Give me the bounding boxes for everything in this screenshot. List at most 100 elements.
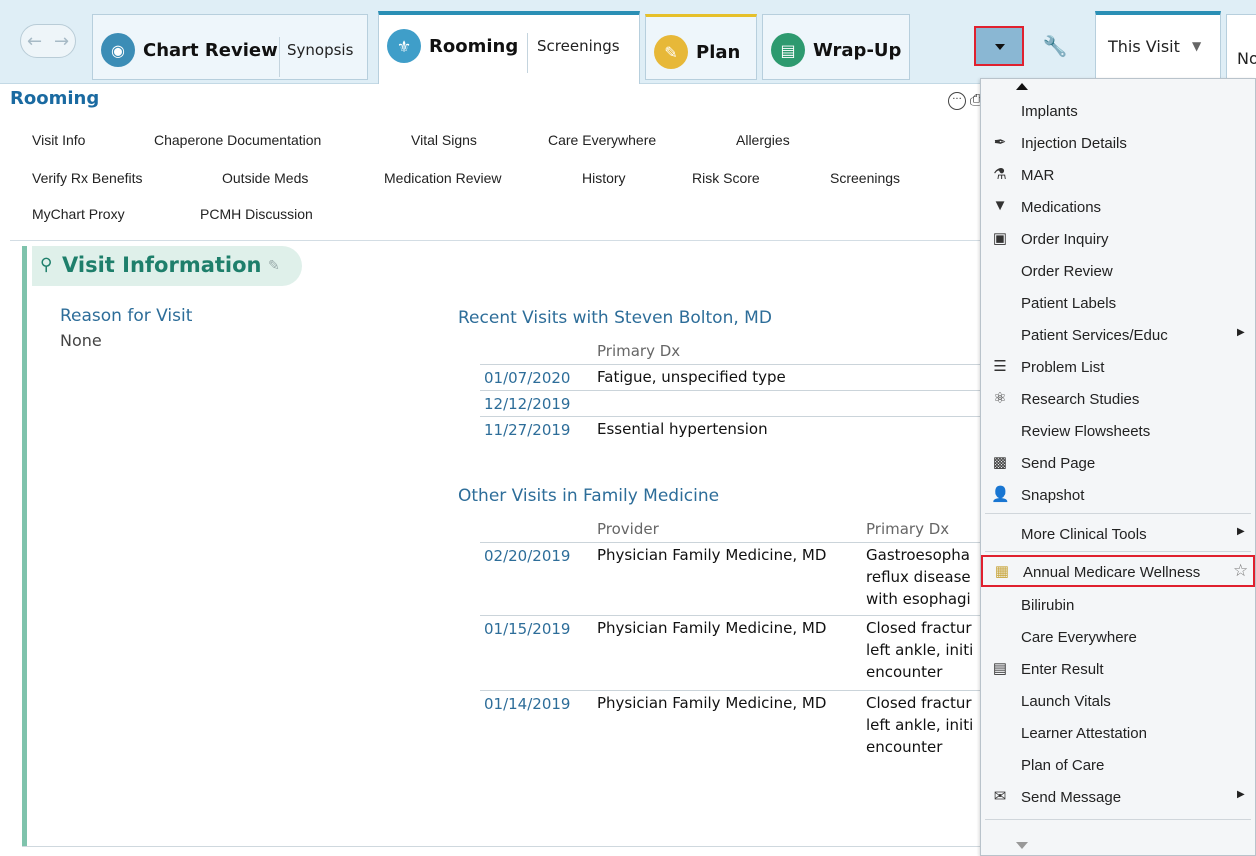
section-header[interactable]: ⚲ Visit Information ✎	[32, 246, 302, 286]
activities-dropdown-button[interactable]	[974, 26, 1024, 66]
other-visits-title: Other Visits in Family Medicine	[458, 486, 720, 506]
research-icon: ⚛	[993, 390, 1007, 407]
menu-item-patient-services[interactable]: Patient Services/Educ ▶	[981, 320, 1255, 350]
menu-item-annual-medicare-wellness[interactable]: ▦ Annual Medicare Wellness ☆	[981, 555, 1255, 587]
tab-rooming[interactable]: ⚜ Rooming Screenings	[378, 11, 640, 84]
menu-divider	[985, 551, 1251, 552]
nav-link-vital-signs[interactable]: Vital Signs	[411, 132, 477, 148]
visit-date-link[interactable]: 01/07/2020	[484, 369, 570, 387]
nav-link-pcmh[interactable]: PCMH Discussion	[200, 206, 313, 222]
menu-item-order-review[interactable]: Order Review	[981, 256, 1255, 286]
row-divider	[480, 390, 980, 391]
menu-item-review-flowsheets[interactable]: Review Flowsheets	[981, 416, 1255, 446]
tab-chart-review-label: Chart Review	[143, 39, 278, 61]
activity-tab-bar: ← → ◉ Chart Review Synopsis ⚜ Rooming Sc…	[0, 0, 1256, 84]
nav-link-medication-review[interactable]: Medication Review	[384, 170, 502, 186]
menu-item-learner-attestation[interactable]: Learner Attestation	[981, 718, 1255, 748]
menu-item-label: Order Inquiry	[1021, 231, 1109, 248]
nav-link-history[interactable]: History	[582, 170, 626, 186]
divider	[10, 240, 980, 241]
menu-item-implants[interactable]: Implants	[981, 96, 1255, 126]
menu-item-send-page[interactable]: ▩ Send Page	[981, 448, 1255, 478]
back-forward-buttons[interactable]: ← →	[20, 24, 76, 58]
menu-item-label: Send Message	[1021, 789, 1122, 806]
tab-this-visit[interactable]: This Visit ▼	[1095, 11, 1221, 84]
menu-item-label: Annual Medicare Wellness	[1023, 564, 1201, 581]
menu-item-injection-details[interactable]: ✒ Injection Details	[981, 128, 1255, 158]
nav-link-outside-meds[interactable]: Outside Meds	[222, 170, 308, 186]
menu-item-label: Order Review	[1021, 263, 1113, 280]
visit-date-link[interactable]: 01/14/2019	[484, 695, 570, 713]
column-header-primary-dx: Primary Dx	[866, 520, 950, 538]
visit-dx: left ankle, initi	[866, 641, 974, 659]
section-title: Visit Information	[62, 253, 262, 277]
nav-link-visit-info[interactable]: Visit Info	[32, 132, 85, 148]
menu-item-order-inquiry[interactable]: ▣ Order Inquiry	[981, 224, 1255, 254]
menu-item-send-message[interactable]: ✉ Send Message ▶	[981, 782, 1255, 812]
menu-item-label: Problem List	[1021, 359, 1105, 376]
nav-link-mychart-proxy[interactable]: MyChart Proxy	[32, 206, 125, 222]
menu-item-label: Medications	[1021, 199, 1102, 216]
visit-date-link[interactable]: 02/20/2019	[484, 547, 570, 565]
star-icon[interactable]: ☆	[1233, 561, 1248, 581]
menu-item-snapshot[interactable]: 👤 Snapshot	[981, 480, 1255, 510]
menu-item-label: MAR	[1021, 167, 1055, 184]
menu-item-patient-labels[interactable]: Patient Labels	[981, 288, 1255, 318]
visit-date-link[interactable]: 01/15/2019	[484, 620, 570, 638]
syringe-icon: ✒	[993, 134, 1007, 151]
row-divider	[480, 690, 980, 691]
tab-synopsis[interactable]: Synopsis	[287, 41, 353, 59]
visit-dx: encounter	[866, 663, 943, 681]
problem-list-icon: ☰	[993, 358, 1007, 375]
nav-link-verify-rx[interactable]: Verify Rx Benefits	[32, 170, 143, 186]
nav-link-care-everywhere[interactable]: Care Everywhere	[548, 132, 656, 148]
visit-dx: Gastroesopha	[866, 546, 970, 564]
pill-bottle-icon: ▼	[992, 197, 1008, 214]
menu-item-mar[interactable]: ⚗ MAR	[981, 160, 1255, 190]
nav-link-risk-score[interactable]: Risk Score	[692, 170, 760, 186]
tab-plan-label: Plan	[696, 41, 741, 63]
menu-item-problem-list[interactable]: ☰ Problem List	[981, 352, 1255, 382]
menu-item-medications[interactable]: ▼ Medications	[981, 192, 1255, 222]
menu-item-plan-of-care[interactable]: Plan of Care	[981, 750, 1255, 780]
nav-link-screenings[interactable]: Screenings	[830, 170, 900, 186]
tab-wrap-up[interactable]: ▤ Wrap-Up	[762, 14, 910, 80]
magnifier-chart-icon: ◉	[101, 33, 135, 67]
visit-date-link[interactable]: 11/27/2019	[484, 421, 570, 439]
tab-next[interactable]: No	[1226, 14, 1256, 80]
visit-dx: encounter	[866, 738, 943, 756]
menu-item-research-studies[interactable]: ⚛ Research Studies	[981, 384, 1255, 414]
scroll-down-icon[interactable]	[1016, 842, 1028, 849]
tab-plan[interactable]: ✎ Plan	[645, 14, 757, 80]
menu-item-label: Plan of Care	[1021, 757, 1105, 774]
nav-link-allergies[interactable]: Allergies	[736, 132, 790, 148]
recent-visits-title: Recent Visits with Steven Bolton, MD	[458, 308, 772, 328]
menu-item-enter-result[interactable]: ▤ Enter Result	[981, 654, 1255, 684]
menu-item-more-clinical-tools[interactable]: More Clinical Tools ▶	[981, 519, 1255, 549]
visit-date-link[interactable]: 12/12/2019	[484, 395, 570, 413]
menu-divider	[985, 513, 1251, 514]
menu-item-launch-vitals[interactable]: Launch Vitals	[981, 686, 1255, 716]
forward-arrow-icon[interactable]: →	[54, 31, 69, 52]
chevron-down-icon	[995, 44, 1005, 50]
submenu-arrow-icon: ▶	[1237, 526, 1245, 537]
more-options-icon[interactable]: ···	[948, 92, 966, 110]
wrench-icon[interactable]: 🔧	[1030, 26, 1080, 66]
tab-this-visit-label: This Visit	[1108, 37, 1180, 56]
pager-icon: ▩	[992, 454, 1008, 471]
clipboard-icon: ✎	[654, 35, 688, 69]
row-divider	[480, 615, 980, 616]
scroll-up-icon[interactable]	[1016, 83, 1028, 90]
menu-item-label: Patient Labels	[1021, 295, 1117, 312]
menu-divider	[985, 819, 1251, 820]
order-inquiry-icon: ▣	[992, 230, 1008, 247]
chevron-down-icon[interactable]: ▼	[1192, 39, 1201, 53]
pencil-icon[interactable]: ✎	[268, 258, 280, 274]
nav-link-chaperone[interactable]: Chaperone Documentation	[154, 132, 321, 148]
tab-screenings[interactable]: Screenings	[537, 37, 620, 55]
tab-chart-review[interactable]: ◉ Chart Review Synopsis	[92, 14, 368, 80]
menu-item-care-everywhere[interactable]: Care Everywhere	[981, 622, 1255, 652]
send-message-icon: ✉	[993, 788, 1007, 805]
back-arrow-icon[interactable]: ←	[27, 31, 42, 52]
menu-item-bilirubin[interactable]: Bilirubin	[981, 590, 1255, 620]
